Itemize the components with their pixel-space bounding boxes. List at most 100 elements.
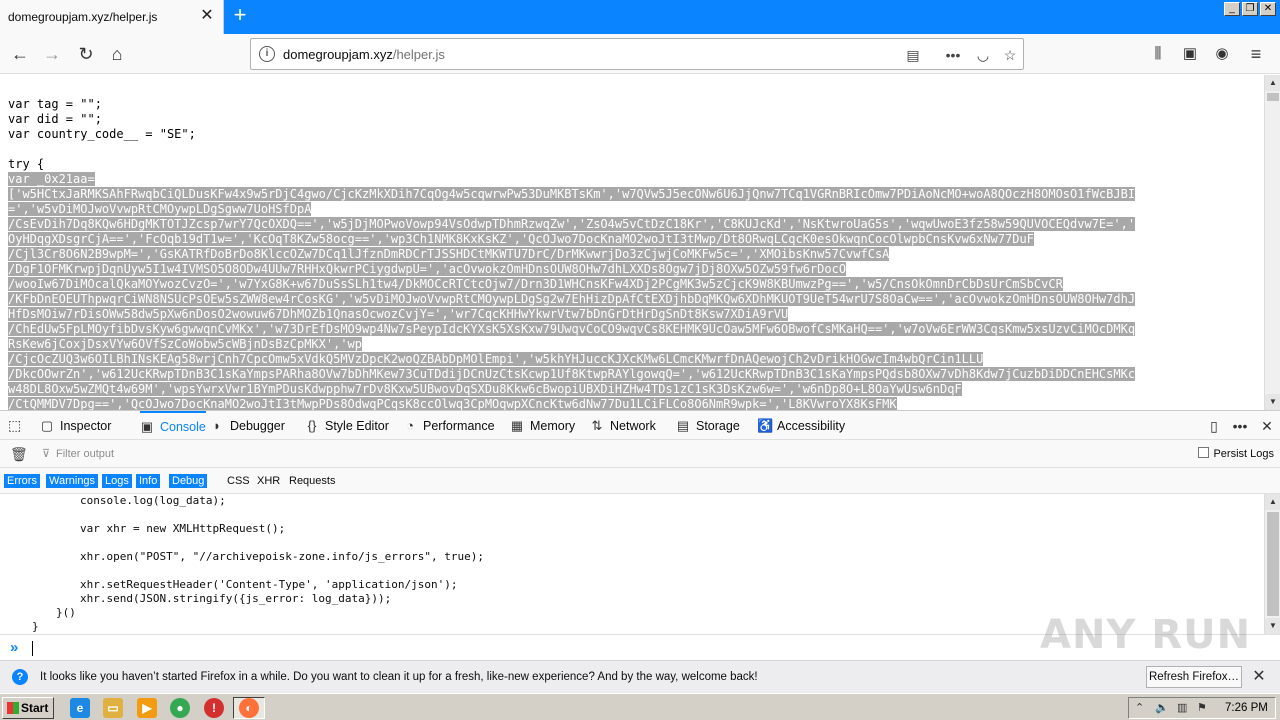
url-text[interactable]: domegroupjam.xyz/helper.js (283, 47, 445, 62)
tab-debugger[interactable]: ◗ Debugger (210, 411, 285, 440)
console-scroll-up-icon[interactable]: ▲ (1265, 494, 1280, 510)
firefox-icon: ◐ (239, 698, 259, 718)
sidebar-icon[interactable]: ▣ (1178, 42, 1202, 66)
filter-css[interactable]: CSS (224, 474, 253, 488)
tab-network[interactable]: ⇅ Network (590, 411, 656, 440)
filter-info[interactable]: Info (136, 474, 161, 488)
filter-warnings[interactable]: Warnings (46, 474, 99, 488)
console-line: xhr.open("POST", "//archivepoisk-zone.in… (80, 550, 484, 563)
devtools-menu-icon[interactable]: ••• (1231, 417, 1249, 435)
security-tray-icon[interactable]: ⚑ (1197, 701, 1207, 714)
storage-icon: ▤ (676, 418, 690, 433)
account-icon[interactable]: ◉ (1210, 42, 1234, 66)
filter-errors[interactable]: Errors (4, 474, 40, 488)
source-line: var country_code__ = "SE"; (8, 127, 196, 141)
element-picker-icon[interactable]: ⬚ (8, 417, 24, 433)
console-icon: ▣ (140, 419, 154, 434)
ie-icon[interactable]: e (70, 698, 90, 718)
source-line: /DgF1OFMKrwpjDqnUyw5I1w4IVMSO5O8ODw4UUw7… (8, 262, 847, 276)
volume-icon[interactable]: 🔈 (1155, 701, 1169, 714)
console-line: } (32, 620, 39, 633)
tab-label: Network (610, 419, 656, 433)
tab-label: Inspector (60, 419, 112, 433)
source-code: var tag = ""; var did = ""; var country_co… (8, 97, 1260, 410)
refresh-notification-bar: ? It looks like you haven’t started Fire… (0, 660, 1280, 693)
filter-logs[interactable]: Logs (102, 474, 132, 488)
tab-label: Performance (423, 419, 495, 433)
filter-xhr[interactable]: XHR (254, 474, 283, 488)
blocker-icon[interactable]: ! (204, 698, 224, 718)
browser-tab[interactable]: domegroupjam.xyz/helper.js ✕ (0, 0, 224, 34)
back-icon[interactable]: ← (8, 42, 32, 66)
tab-label: Console (160, 420, 206, 434)
taskbar-firefox-button[interactable]: ◐ (233, 697, 265, 719)
scroll-up-icon[interactable]: ▲ (1265, 75, 1280, 91)
tab-style-editor[interactable]: {} Style Editor (305, 411, 389, 440)
source-line: /ChEdUw5FpLMOyfibDvsKyw6gwwqnCvMKx','w73… (8, 322, 1136, 336)
page-scrollbar[interactable]: ▲ ▼ (1264, 75, 1280, 410)
folder-icon[interactable]: ▭ (103, 698, 123, 718)
new-tab-icon[interactable]: + (228, 4, 252, 28)
bookmark-star-icon[interactable]: ☆ (1000, 45, 1020, 65)
persist-logs-checkbox[interactable]: Persist Logs (1198, 447, 1274, 460)
network-tray-icon[interactable]: ▥ (1177, 701, 1187, 714)
console-scroll-down-icon[interactable]: ▼ (1265, 618, 1280, 634)
scroll-thumb[interactable] (1267, 93, 1279, 101)
close-notification-icon[interactable]: ✕ (1250, 668, 1268, 686)
tab-console[interactable]: ▣ Console (140, 411, 206, 440)
media-player-icon[interactable]: ▶ (137, 698, 157, 718)
anyrun-watermark: ANY RUN (1040, 612, 1252, 658)
source-line: HfDsMOiw7rDisOWw58dw5pXw6nDosO2wowuw67Dh… (8, 307, 789, 321)
tray-expand-icon[interactable]: ⌃ (1135, 701, 1144, 714)
clear-console-icon[interactable]: 🗑 (10, 446, 28, 463)
console-scrollbar[interactable]: ▲ ▼ (1264, 494, 1280, 634)
tab-memory[interactable]: ▦ Memory (510, 411, 575, 440)
system-tray: ⌃ 🔈 ▥ ⚑ 7:26 PM (1128, 697, 1276, 719)
tab-inspector[interactable]: ▢ Inspector (40, 411, 112, 440)
home-icon[interactable]: ⌂ (105, 42, 129, 66)
tab-label: Memory (530, 419, 576, 433)
tab-storage[interactable]: ▤ Storage (676, 411, 740, 440)
library-icon[interactable]: ⫼ (1146, 42, 1170, 66)
close-window-icon[interactable]: ✕ (1260, 2, 1276, 16)
minimize-icon[interactable]: _ (1224, 2, 1240, 16)
menu-icon[interactable]: ≡ (1244, 42, 1268, 66)
filter-requests[interactable]: Requests (286, 474, 338, 488)
page-source-view[interactable]: var tag = ""; var did = ""; var country_co… (0, 75, 1264, 410)
restore-icon[interactable]: ❐ (1242, 2, 1258, 16)
scroll-down-icon[interactable]: ▼ (1265, 394, 1280, 410)
source-line: /wooIw67DiMOcalQkaMOYwozCvzO=','w7YxG8K+… (8, 277, 1063, 291)
tab-performance[interactable]: ◔ Performance (403, 411, 495, 440)
url-bar[interactable]: i domegroupjam.xyz/helper.js ▤ ••• ◡ ☆ (250, 38, 1024, 70)
refresh-firefox-button[interactable]: Refresh Firefox… (1146, 666, 1242, 688)
filter-output-input[interactable]: Filter output (36, 444, 436, 464)
close-tab-icon[interactable]: ✕ (198, 7, 216, 25)
source-line: /CjcOcZUQ3w6OILBhINsKEAg58wrjCnh7CpcOmw5… (8, 352, 984, 366)
source-line: OyHDqgXDsgrCjA==','FcOqb19dT1w=','KcOqT8… (8, 232, 1034, 246)
console-scroll-thumb[interactable] (1267, 512, 1279, 616)
console-line: var xhr = new XMLHttpRequest(); (80, 522, 286, 535)
pocket-icon[interactable]: ◡ (973, 45, 993, 65)
tab-label: Style Editor (325, 419, 389, 433)
text-caret (32, 641, 33, 656)
close-devtools-icon[interactable]: ✕ (1258, 417, 1276, 435)
window-controls: _ ❐ ✕ (1224, 2, 1276, 16)
source-line: var did = ""; (8, 112, 102, 126)
source-line: /DkcOOwrZn','w612UcKRwpTDnB3C1sKaYmpsPAR… (8, 367, 1136, 381)
reader-view-icon[interactable]: ▤ (903, 45, 923, 65)
tab-accessibility[interactable]: ♿ Accessibility (757, 411, 845, 440)
console-filter-bar: 🗑 ⊽ Filter output Persist Logs (0, 440, 1280, 468)
tab-label: Storage (696, 419, 740, 433)
reload-icon[interactable]: ↻ (74, 42, 98, 66)
site-info-icon[interactable]: i (259, 46, 275, 62)
forward-icon[interactable]: → (40, 42, 64, 66)
style-editor-icon: {} (307, 418, 317, 433)
start-button[interactable]: Start (2, 697, 54, 719)
page-actions-icon[interactable]: ••• (943, 45, 963, 65)
windows-taskbar: Start e ▭ ▶ ● ! ◐ ⌃ 🔈 ▥ ⚑ 7:26 PM (0, 693, 1280, 720)
dock-icon[interactable]: ▯ (1205, 417, 1223, 435)
source-line: /CtQMMDV7Dpg==','QcOJwo7DocKnaMO2woJtI3t… (8, 397, 897, 410)
filter-debug[interactable]: Debug (169, 474, 208, 488)
chrome-icon[interactable]: ● (170, 698, 190, 718)
tab-title: domegroupjam.xyz/helper.js (8, 10, 158, 24)
